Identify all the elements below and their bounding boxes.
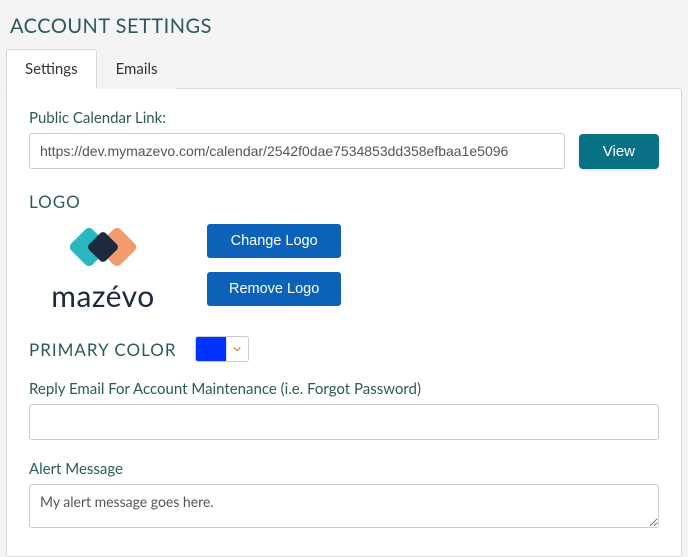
change-logo-button[interactable]: Change Logo <box>207 224 341 258</box>
logo-mark-icon <box>68 224 138 270</box>
logo-wordmark: mazévo <box>51 278 154 314</box>
reply-email-label: Reply Email For Account Maintenance (i.e… <box>29 380 659 398</box>
settings-panel: Public Calendar Link: View LOGO mazévo C… <box>6 88 682 557</box>
color-swatch <box>196 337 226 361</box>
primary-color-heading: PRIMARY COLOR <box>29 339 177 360</box>
chevron-down-icon[interactable] <box>226 337 248 361</box>
remove-logo-button[interactable]: Remove Logo <box>207 272 341 306</box>
logo-preview: mazévo <box>29 220 177 314</box>
primary-color-picker[interactable] <box>195 336 249 362</box>
public-calendar-label: Public Calendar Link: <box>29 109 659 127</box>
logo-heading: LOGO <box>29 191 659 212</box>
tab-bar: Settings Emails <box>0 48 688 88</box>
public-calendar-input[interactable] <box>29 133 565 169</box>
view-button[interactable]: View <box>579 134 659 169</box>
alert-message-label: Alert Message <box>29 460 659 478</box>
tab-settings[interactable]: Settings <box>6 49 97 89</box>
tab-emails[interactable]: Emails <box>97 49 177 89</box>
page-title: ACCOUNT SETTINGS <box>0 0 688 48</box>
reply-email-input[interactable] <box>29 404 659 440</box>
alert-message-textarea[interactable]: My alert message goes here. <box>29 484 659 528</box>
